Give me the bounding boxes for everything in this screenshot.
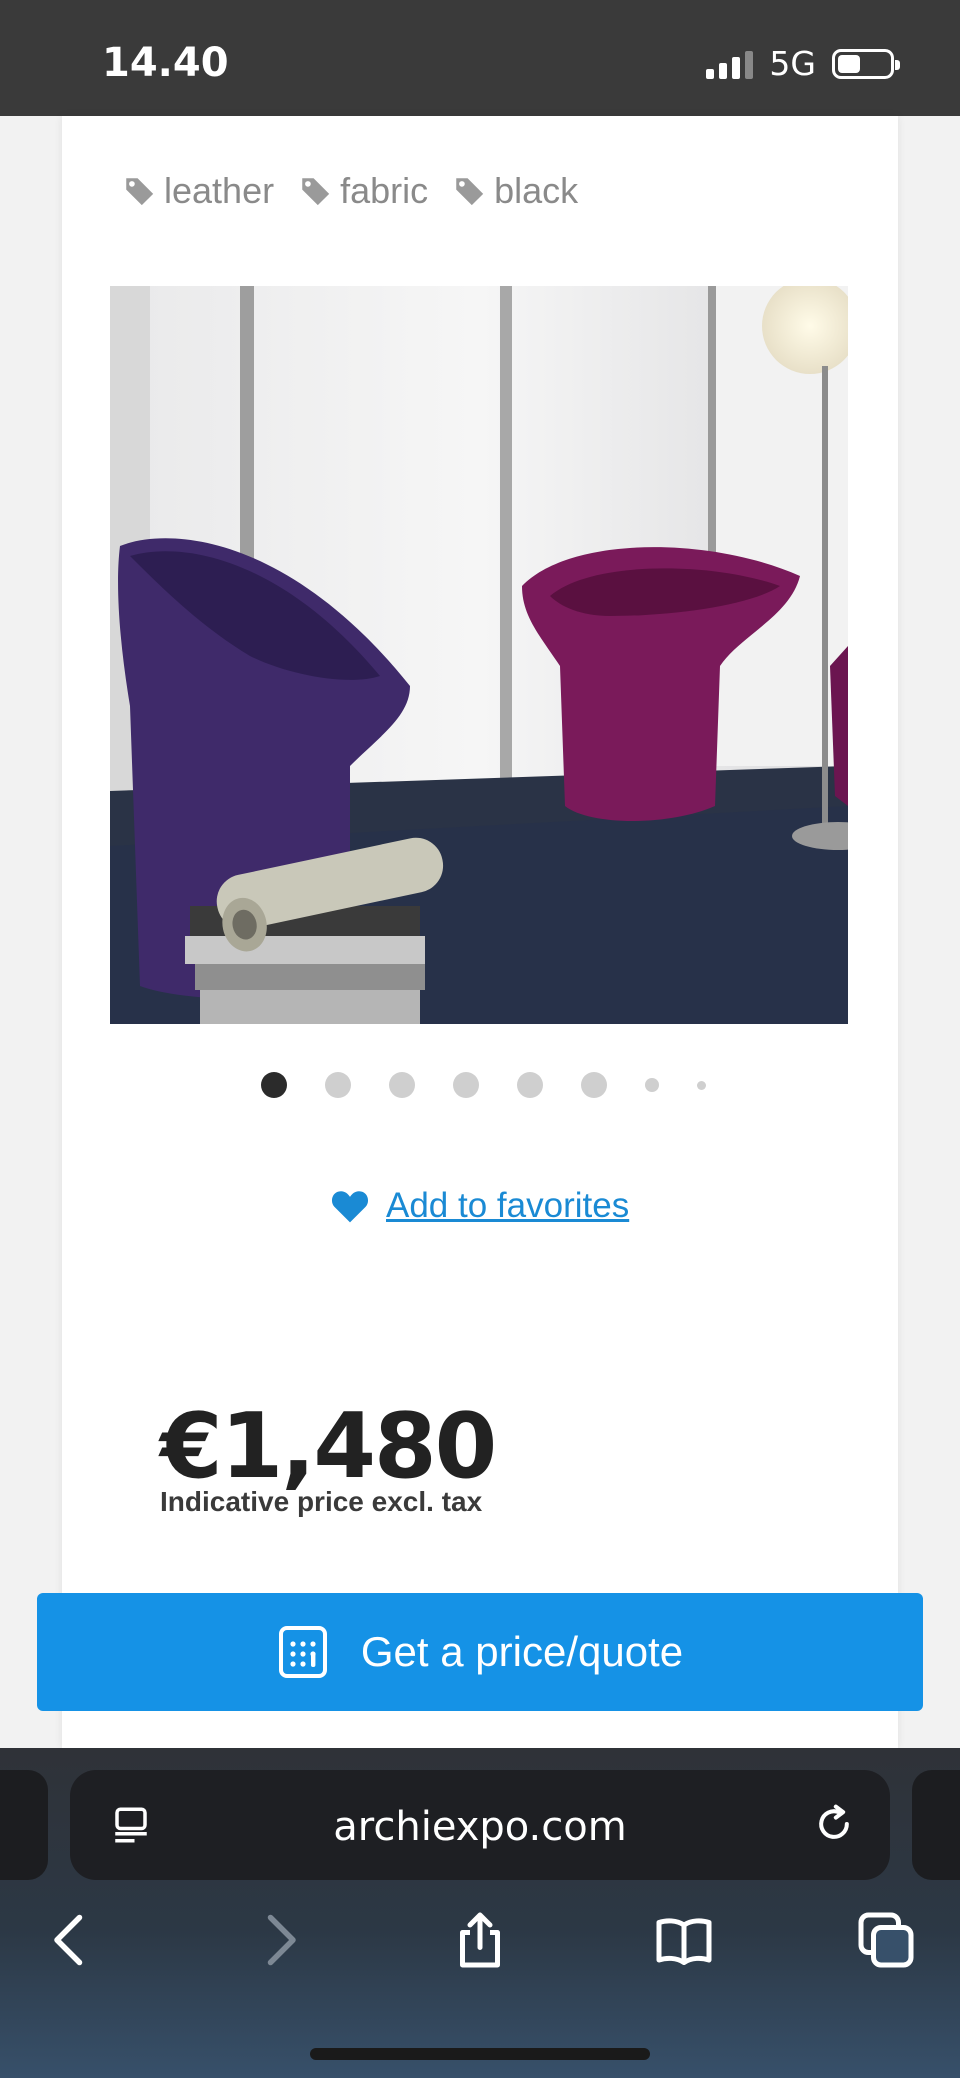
tag-leather[interactable]: leather	[122, 170, 274, 212]
price-value: €1,480	[160, 1394, 497, 1499]
carousel-dots	[62, 1072, 898, 1098]
tag-fabric[interactable]: fabric	[298, 170, 428, 212]
carousel-dot[interactable]	[644, 1078, 659, 1092]
status-indicators: 5G	[706, 44, 900, 83]
tag-label: black	[494, 170, 579, 211]
previous-tab-peek[interactable]	[0, 1770, 48, 1880]
price-note: Indicative price excl. tax	[160, 1486, 483, 1517]
status-bar: 14.40 5G	[0, 0, 960, 116]
url-text: archiexpo.com	[333, 1804, 627, 1850]
tag-icon	[300, 178, 330, 206]
status-time: 14.40	[102, 40, 229, 86]
heart-icon	[331, 1191, 369, 1223]
get-quote-label: Get a price/quote	[360, 1628, 684, 1675]
share-icon[interactable]	[450, 1910, 510, 1970]
tag-label: leather	[164, 170, 275, 211]
tag-list: leather fabric black	[122, 170, 578, 212]
browser-chrome: archiexpo.com	[0, 1748, 960, 2078]
carousel-dot[interactable]	[580, 1072, 607, 1098]
carousel-dot[interactable]	[388, 1072, 415, 1098]
forward-icon[interactable]	[248, 1910, 308, 1970]
network-type: 5G	[769, 44, 816, 83]
carousel-dot[interactable]	[516, 1072, 543, 1098]
product-photo[interactable]	[110, 286, 848, 1024]
carousel-dot[interactable]	[324, 1072, 351, 1098]
signal-icon	[706, 49, 754, 79]
carousel-dot[interactable]	[696, 1080, 706, 1090]
tag-label: fabric	[340, 170, 429, 211]
address-bar[interactable]: archiexpo.com	[70, 1770, 890, 1880]
add-to-favorites-label: Add to favorites	[386, 1186, 630, 1225]
next-tab-peek[interactable]	[912, 1770, 960, 1880]
tabs-icon[interactable]	[856, 1910, 916, 1970]
carousel-dot[interactable]	[260, 1072, 287, 1098]
battery-icon	[832, 48, 900, 79]
back-icon[interactable]	[42, 1910, 102, 1970]
browser-toolbar	[0, 1900, 960, 2000]
home-indicator	[310, 2048, 650, 2060]
add-to-favorites-link[interactable]: Add to favorites	[330, 1186, 629, 1226]
get-quote-button[interactable]: Get a price/quote	[37, 1593, 923, 1711]
carousel-dot[interactable]	[452, 1072, 479, 1098]
armchairs-image	[110, 286, 848, 1024]
product-card: leather fabric black Add to favorites €1…	[62, 116, 898, 1748]
tag-black[interactable]: black	[452, 170, 578, 212]
calculator-icon	[278, 1626, 327, 1678]
reload-icon[interactable]	[812, 1802, 856, 1846]
bookmarks-icon[interactable]	[654, 1910, 714, 1970]
tag-icon	[124, 178, 154, 206]
tag-icon	[454, 178, 484, 206]
